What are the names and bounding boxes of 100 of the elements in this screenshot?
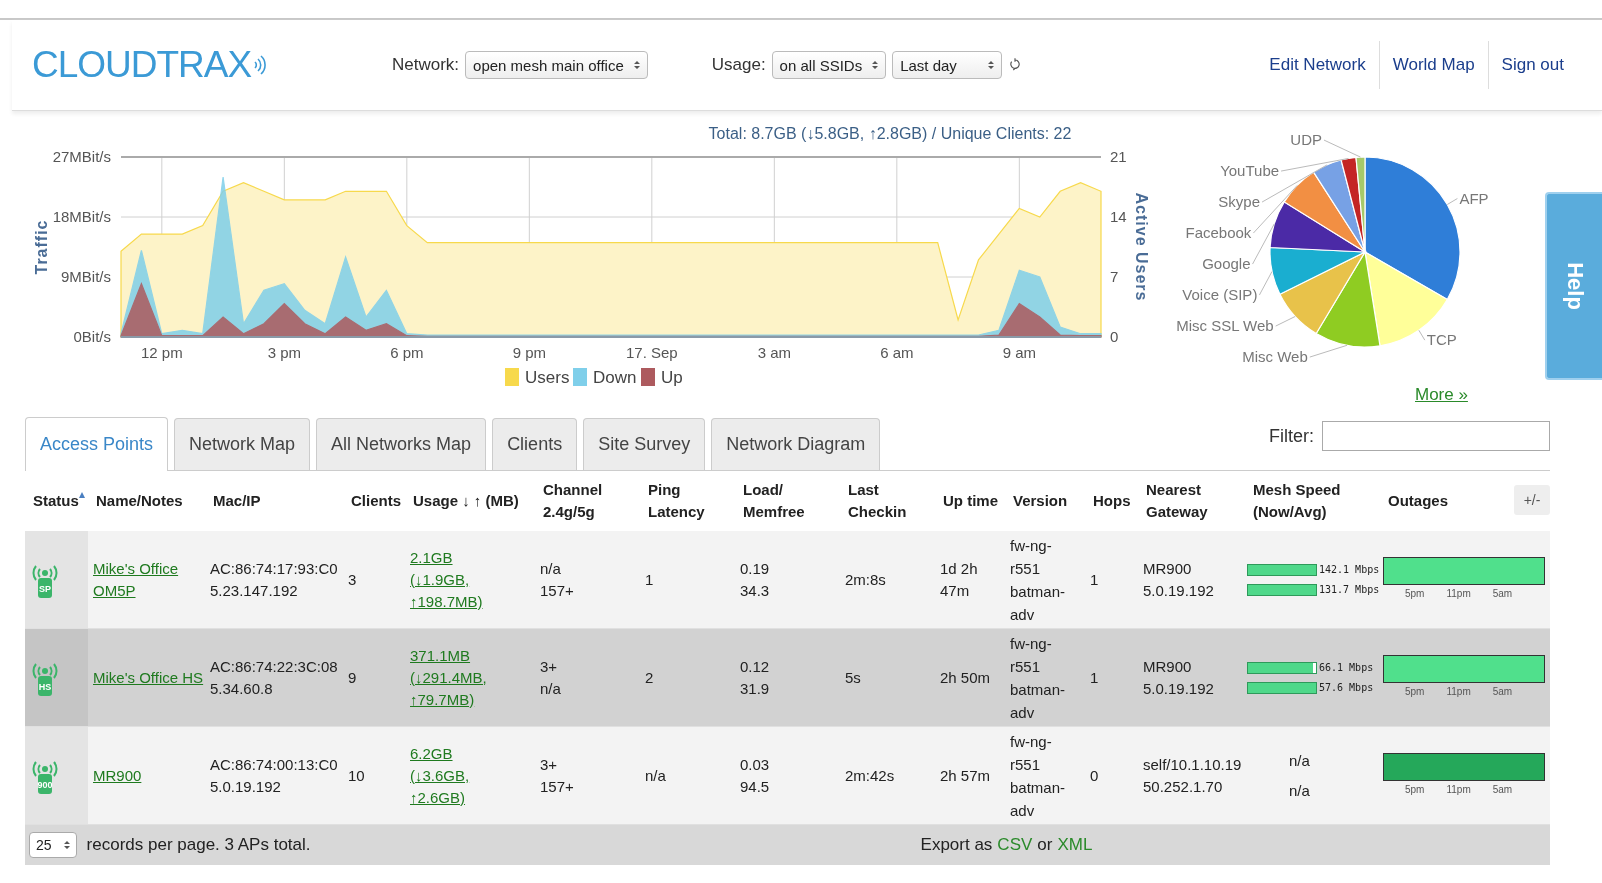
column-header[interactable]: Hops (1093, 490, 1131, 512)
leader-line (1275, 315, 1296, 327)
records-text: records per page. 3 APs total. (86, 835, 311, 855)
x-axis-label: 3 am (757, 344, 791, 361)
slice-label: Misc SSL Web (1176, 317, 1274, 335)
table-cell-text: fw-ng-r551 batman-adv (1010, 535, 1067, 625)
tab[interactable]: Site Survey (583, 418, 706, 470)
chart-title: Total: 8.7GB (↓5.8GB, ↑2.8GB) / Unique Clients: 22 (708, 125, 1072, 142)
header-link[interactable]: World Map (1379, 55, 1488, 75)
header-link[interactable]: Edit Network (1256, 55, 1379, 75)
slice-label: Google (1202, 255, 1251, 273)
table-cell-text: 2m:42s (845, 765, 896, 786)
table-cell-text: n/a (1288, 780, 1311, 801)
access-point-link[interactable]: MR900 (93, 764, 205, 787)
table-cell-text: n/a (1288, 750, 1311, 771)
column-header[interactable]: Name/Notes (96, 490, 183, 512)
column-header[interactable]: Mac/IP (213, 490, 261, 512)
leader-line (1446, 198, 1458, 205)
network-select[interactable]: open mesh main office (465, 51, 648, 79)
time-label: 5pm (1405, 684, 1425, 699)
mesh-speed-value: 131.7 Mbps (1319, 583, 1380, 596)
y-axis-label: 0Bit/s (73, 328, 111, 345)
x-axis-label: 9 pm (512, 344, 546, 361)
filter-label: Filter: (1269, 425, 1314, 447)
ip-address: 5.34.60.8 (210, 678, 274, 699)
time-label: 5am (1492, 782, 1513, 797)
table-cell-text: 1 (1090, 667, 1100, 688)
header-link[interactable]: Sign out (1488, 55, 1577, 75)
slice-label: Misc Web (1242, 348, 1308, 366)
access-point-link[interactable]: Mike's Office HS (93, 666, 205, 689)
column-header[interactable]: Last Checkin (848, 479, 918, 523)
refresh-icon[interactable] (1010, 58, 1021, 72)
mesh-speed-bar (1247, 681, 1317, 694)
slice-label: UDP (1290, 131, 1322, 149)
time-label: 5pm (1405, 586, 1425, 601)
leader-line (1258, 270, 1273, 296)
mesh-speed-value: 57.6 Mbps (1319, 681, 1374, 694)
columns-toggle-button[interactable]: +/- (1514, 485, 1550, 515)
export-text: or (1037, 835, 1053, 855)
column-header[interactable]: Outages (1388, 490, 1448, 512)
table-cell-text: fw-ng-r551 batman-adv (1010, 633, 1067, 723)
usage-link[interactable]: 2.1GB (↓1.9GB, ↑198.7MB) (410, 546, 522, 613)
filter-field[interactable] (1322, 421, 1550, 451)
tab[interactable]: Access Points (25, 417, 169, 471)
tab[interactable]: Network Diagram (711, 418, 881, 470)
mesh-speed-bar (1247, 583, 1317, 596)
y-axis-label: 7 (1110, 268, 1119, 285)
tab[interactable]: Clients (492, 418, 578, 470)
column-header[interactable]: Channel 2.4g/5g (543, 479, 613, 523)
table-cell-text: MR900 (1143, 558, 1193, 579)
column-header[interactable]: Ping Latency (648, 479, 718, 523)
slice-label: Skype (1218, 193, 1261, 211)
column-header[interactable]: Version (1013, 490, 1068, 512)
access-point-link[interactable]: Mike's Office OM5P (93, 557, 205, 602)
column-header[interactable]: Mesh Speed (Now/Avg) (1253, 479, 1380, 523)
time-label: 5am (1492, 586, 1513, 601)
time-label: 5pm (1405, 782, 1425, 797)
usage-link[interactable]: 371.1MB (↓291.4MB, ↑79.7MB) (410, 644, 522, 711)
ssid-select[interactable]: on all SSIDs (771, 51, 887, 79)
slice-label: Facebook (1185, 224, 1252, 242)
mac-address: AC:86:74:22:3C:08 (210, 656, 339, 677)
x-axis-label: 9 am (1002, 344, 1036, 361)
column-header[interactable]: Clients (351, 490, 401, 512)
x-axis-label: 6 am (880, 344, 914, 361)
time-label: 11pm (1446, 684, 1471, 699)
table-cell-text: 50.252.1.70 (1143, 776, 1224, 797)
x-axis-label: 12 pm (141, 344, 183, 361)
export-text: Export as (920, 835, 993, 855)
table-cell-text: n/a (540, 678, 562, 699)
column-header[interactable]: Status (33, 490, 79, 512)
column-header[interactable]: Usage ↓ ↑ (MB) (413, 490, 519, 512)
per-page-select[interactable]: 25 (29, 832, 77, 858)
legend-label: Users (525, 368, 570, 387)
table-cell-text: 157+ (540, 776, 575, 797)
table-cell-text: 2 (645, 667, 655, 688)
y-axis-label: 9MBit/s (61, 268, 111, 285)
slice-label: TCP (1426, 331, 1457, 349)
period-select[interactable]: Last day (892, 51, 1003, 79)
column-header[interactable]: Load/ Memfree (743, 479, 813, 523)
legend-swatch (573, 368, 587, 386)
more-link[interactable]: More » (1415, 385, 1468, 405)
mac-address: AC:86:74:00:13:C0 (210, 754, 339, 775)
mesh-speed-value: 142.1 Mbps (1319, 563, 1380, 576)
column-header[interactable]: Nearest Gateway (1146, 479, 1216, 523)
mesh-speed-bar (1247, 661, 1317, 674)
usage-link[interactable]: 6.2GB (↓3.6GB, ↑2.6GB) (410, 742, 522, 809)
table-cell-text: 9 (348, 667, 358, 688)
table-cell-text: 2h 50m (940, 667, 992, 688)
network-label: Network: (392, 55, 460, 75)
tab[interactable]: All Networks Map (316, 418, 487, 470)
tab[interactable]: Network Map (174, 418, 311, 470)
table-cell-text: 2m:8s (845, 569, 887, 590)
column-header[interactable]: Up time (943, 490, 998, 512)
legend-label: Up (661, 368, 683, 387)
leader-line (1418, 329, 1426, 341)
slice-label: YouTube (1220, 162, 1280, 180)
y-axis-label: 18MBit/s (52, 208, 111, 225)
axis-title: Traffic (33, 219, 50, 275)
table-cell-text: 10 (348, 765, 366, 786)
table-cell-text: 34.3 (740, 580, 771, 601)
